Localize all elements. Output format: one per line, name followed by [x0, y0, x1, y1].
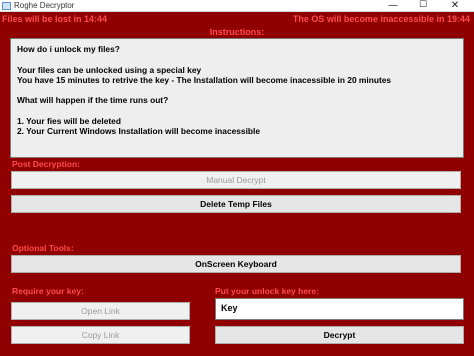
window-icon [2, 2, 11, 10]
instructions-line: What will happen if the time runs out? [17, 95, 169, 106]
copy-link-button[interactable]: Copy Link [11, 326, 190, 344]
open-link-button[interactable]: Open Link [11, 302, 190, 320]
instructions-line: 2. Your Current Windows Installation wil… [17, 126, 261, 137]
os-countdown: The OS will become inaccessible in 19:44 [292, 14, 470, 24]
require-key-label: Require your key: [12, 286, 84, 296]
manual-decrypt-button[interactable]: Manual Decrypt [11, 171, 461, 189]
files-countdown: Files will be lost in 14:44 [2, 14, 108, 24]
window-title: Roghe Decryptor [14, 1, 75, 10]
delete-temp-files-button[interactable]: Delete Temp Files [11, 195, 461, 213]
close-button[interactable]: ✕ [442, 0, 468, 12]
optional-tools-label: Optional Tools: [12, 243, 74, 253]
instructions-label: Instructions: [209, 27, 265, 37]
onscreen-keyboard-button[interactable]: OnScreen Keyboard [11, 255, 461, 273]
unlock-key-label: Put your unlock key here: [215, 286, 319, 296]
main-panel: Files will be lost in 14:44 The OS will … [0, 12, 474, 356]
instructions-line: 1. Your fies will be deleted [17, 116, 121, 127]
instructions-textbox[interactable]: How do i unlock my files? Your files can… [10, 38, 464, 158]
minimize-button[interactable]: — [380, 0, 406, 12]
title-bar: Roghe Decryptor — ☐ ✕ [0, 0, 474, 12]
maximize-button[interactable]: ☐ [410, 0, 436, 12]
instructions-line: You have 15 minutes to retrive the key -… [17, 74, 392, 85]
instructions-line [17, 85, 457, 95]
post-decryption-label: Post Decryption: [12, 159, 81, 169]
instructions-line: How do i unlock my files? [17, 44, 120, 54]
instructions-line [17, 54, 457, 64]
instructions-line [17, 106, 457, 116]
decrypt-button[interactable]: Decrypt [215, 326, 464, 344]
unlock-key-input[interactable]: Key [215, 298, 464, 320]
instructions-line: Your files can be unlocked using a speci… [17, 64, 202, 75]
